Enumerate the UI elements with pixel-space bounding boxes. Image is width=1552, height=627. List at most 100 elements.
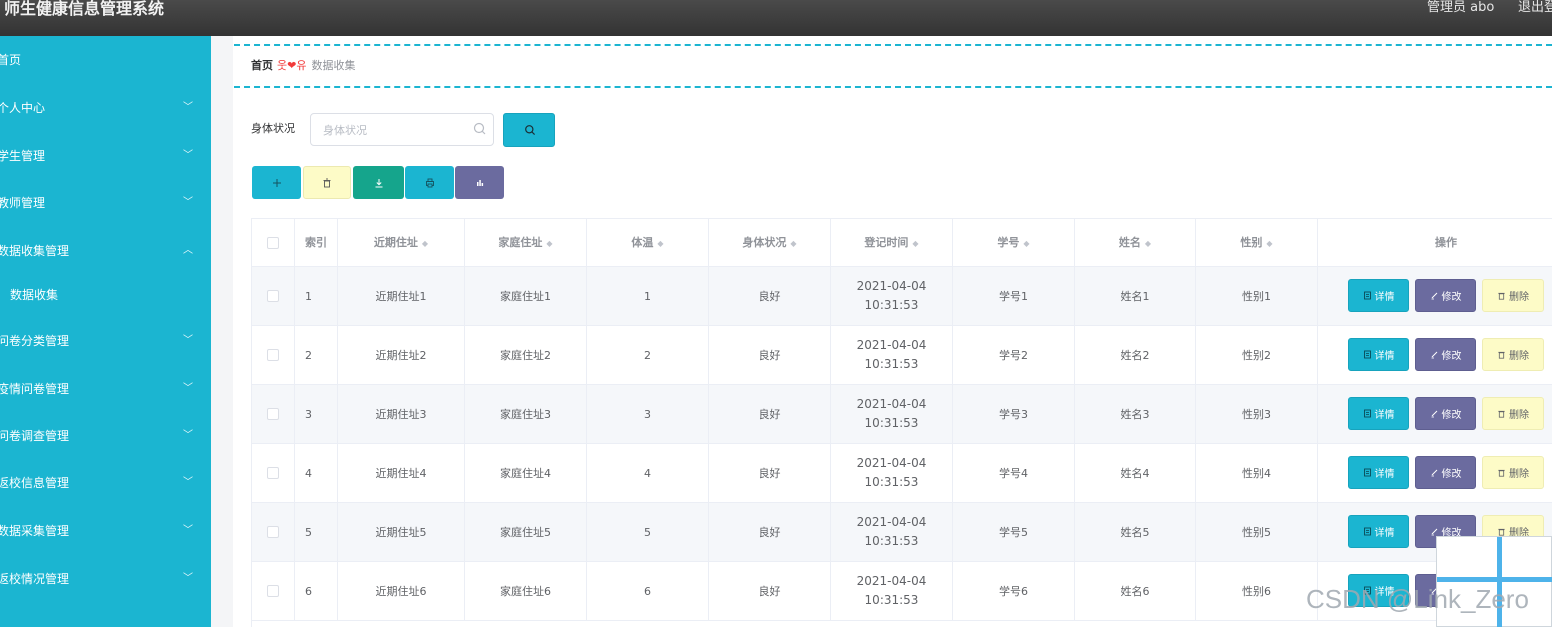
export-button[interactable] [353, 166, 404, 199]
table-row: 4 近期住址4 家庭住址4 4 良好 2021-04-04 10:31:53 学号4 姓名4 性… [252, 444, 1552, 503]
trash-icon [1498, 292, 1505, 300]
sort-icon[interactable]: ◆ [1266, 239, 1272, 248]
cell-home-address: 家庭住址3 [465, 385, 587, 443]
cell-student-id-value: 学号2 [999, 349, 1028, 362]
sidebar-item[interactable]: 返校信息管理 ﹀ [0, 468, 211, 498]
search-field[interactable] [310, 113, 494, 146]
col-header-recent-address[interactable]: 近期住址 ◆ [338, 219, 465, 267]
cell-recent-address-value: 近期住址3 [375, 408, 427, 421]
cell-index-value: 6 [305, 584, 312, 598]
cell-gender: 性别2 [1196, 326, 1318, 384]
cell-gender: 性别1 [1196, 267, 1318, 325]
sidebar-item-label: 疫情问卷管理 [0, 382, 70, 396]
sidebar-subitem[interactable]: 数据收集 [0, 280, 211, 310]
delete-button[interactable]: 删除 [1482, 279, 1544, 312]
select-all-checkbox[interactable] [267, 237, 279, 249]
cell-home-address: 家庭住址5 [465, 503, 587, 561]
sidebar-item[interactable]: 数据收集管理 ︿ [0, 236, 211, 266]
sort-icon[interactable]: ◆ [790, 239, 796, 248]
cell-recent-address-value: 近期住址1 [375, 290, 427, 303]
edit-button[interactable]: 修改 [1415, 397, 1476, 430]
edit-button[interactable]: 修改 [1415, 456, 1476, 489]
edit-icon [1431, 410, 1437, 418]
trash-icon [1498, 528, 1505, 536]
col-header-index: 索引 [295, 219, 338, 267]
row-checkbox[interactable] [267, 585, 279, 597]
table-row: 5 近期住址5 家庭住址5 5 良好 2021-04-04 10:31:53 学号5 姓名5 性… [252, 503, 1552, 562]
row-checkbox[interactable] [267, 526, 279, 538]
col-header-name[interactable]: 姓名 ◆ [1075, 219, 1196, 267]
cell-temperature: 6 [587, 562, 709, 620]
logout-link[interactable]: 退出登录 [1518, 0, 1552, 15]
sort-icon[interactable]: ◆ [657, 239, 663, 248]
cell-home-address-value: 家庭住址6 [500, 585, 551, 598]
row-checkbox[interactable] [267, 408, 279, 420]
detail-button[interactable]: 详情 [1348, 456, 1409, 489]
col-header-health-status[interactable]: 身体状况 ◆ [709, 219, 831, 267]
sidebar-item[interactable]: 数据采集管理 ﹀ [0, 516, 211, 546]
search-icon [525, 125, 536, 136]
cell-home-address-value: 家庭住址1 [500, 290, 551, 303]
row-checkbox[interactable] [267, 290, 279, 302]
detail-button[interactable]: 详情 [1348, 338, 1409, 371]
edit-button-label: 修改 [1441, 469, 1462, 480]
col-header-home-address[interactable]: 家庭住址 ◆ [465, 219, 587, 267]
add-button[interactable] [252, 166, 301, 199]
search-button[interactable] [503, 113, 555, 147]
cell-student-id: 学号6 [953, 562, 1075, 620]
cell-name-value: 姓名3 [1120, 408, 1150, 421]
cell-temperature: 3 [587, 385, 709, 443]
col-header-gender[interactable]: 性别 ◆ [1196, 219, 1318, 267]
cell-home-address: 家庭住址1 [465, 267, 587, 325]
cell-select [252, 503, 295, 561]
sidebar-item[interactable]: 个人中心 ﹀ [0, 93, 211, 123]
admin-label: 管理员 abo [1427, 0, 1495, 15]
sort-icon[interactable]: ◆ [1023, 239, 1029, 248]
edit-button[interactable]: 修改 [1415, 279, 1476, 312]
row-checkbox[interactable] [267, 467, 279, 479]
detail-button[interactable]: 详情 [1348, 279, 1409, 312]
detail-button[interactable]: 详情 [1348, 515, 1409, 548]
delete-button[interactable]: 删除 [1482, 397, 1544, 430]
sidebar-item[interactable]: 教师管理 ﹀ [0, 188, 211, 218]
printer-icon [425, 178, 434, 187]
sidebar-item[interactable]: 返校情况管理 ﹀ [0, 564, 211, 594]
sidebar-item[interactable]: 疫情问卷管理 ﹀ [0, 374, 211, 404]
col-header-student-id[interactable]: 学号 ◆ [953, 219, 1075, 267]
breadcrumb-home[interactable]: 首页 [251, 59, 273, 72]
register-time-value: 2021-04-04 10:31:53 [856, 338, 927, 371]
sort-icon[interactable]: ◆ [912, 239, 918, 248]
cell-gender: 性别6 [1196, 562, 1318, 620]
col-header-temperature[interactable]: 体温 ◆ [587, 219, 709, 267]
detail-button-label: 详情 [1374, 351, 1395, 362]
sidebar-item-label: 问卷分类管理 [0, 334, 70, 348]
sort-icon[interactable]: ◆ [422, 239, 428, 248]
register-time-value: 2021-04-04 10:31:53 [856, 515, 927, 548]
delete-button[interactable]: 删除 [1482, 338, 1544, 371]
breadcrumb-current: 数据收集 [311, 59, 356, 72]
sort-icon[interactable]: ◆ [546, 239, 552, 248]
cell-gender-value: 性别6 [1242, 585, 1271, 598]
sidebar-item[interactable]: 首页 [0, 45, 211, 75]
sidebar-item[interactable]: 学生管理 ﹀ [0, 141, 211, 171]
cell-recent-address: 近期住址6 [338, 562, 465, 620]
cell-student-id: 学号5 [953, 503, 1075, 561]
sidebar-item[interactable]: 问卷分类管理 ﹀ [0, 326, 211, 356]
cell-health-status-value: 良好 [758, 467, 781, 480]
delete-button[interactable]: 删除 [1482, 456, 1544, 489]
row-checkbox[interactable] [267, 349, 279, 361]
sort-icon[interactable]: ◆ [1145, 239, 1151, 248]
cell-home-address-value: 家庭住址5 [500, 526, 551, 539]
sidebar-item[interactable]: 问卷调查管理 ﹀ [0, 421, 211, 451]
edit-button[interactable]: 修改 [1415, 338, 1476, 371]
print-button[interactable] [405, 166, 454, 199]
delete-button-label: 删除 [1509, 292, 1529, 303]
cell-health-status: 良好 [709, 385, 831, 443]
data-table: 索引 近期住址 ◆ 家庭住址 ◆ 体温 ◆ 身体状况 ◆ 登记时间 ◆ 学号 ◆ 姓名 ◆ 性… [251, 218, 1552, 627]
detail-button[interactable]: 详情 [1348, 397, 1409, 430]
col-header-register-time[interactable]: 登记时间 ◆ [831, 219, 953, 267]
statistics-button[interactable] [455, 166, 504, 199]
sidebar-item-label: 返校信息管理 [0, 476, 70, 490]
search-input[interactable] [323, 121, 463, 139]
batch-delete-button[interactable] [303, 166, 351, 199]
